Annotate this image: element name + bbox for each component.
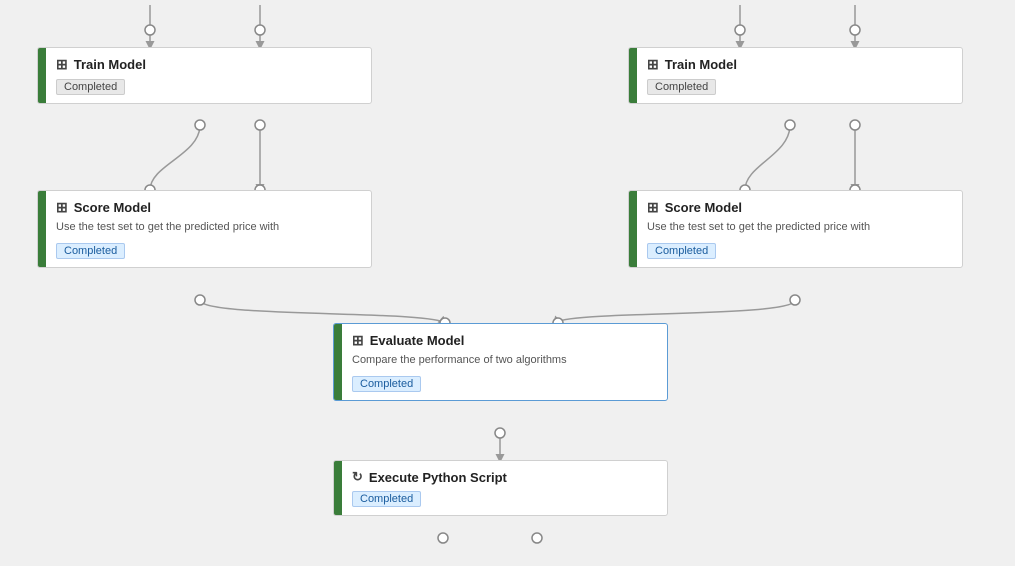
score-model-left-badge: Completed (56, 243, 125, 259)
node-title: ⊞ Score Model (56, 199, 361, 216)
node-title: ↻ Execute Python Script (352, 469, 657, 485)
node-content: ⊞ Train Model Completed (46, 48, 371, 103)
workflow-canvas: ⊞ Train Model Completed ⊞ Train Model Co… (0, 0, 1015, 566)
evaluate-model-desc: Compare the performance of two algorithm… (352, 353, 657, 368)
node-content: ↻ Execute Python Script Completed (342, 461, 667, 515)
score-model-right-desc: Use the test set to get the predicted pr… (647, 220, 952, 235)
score-model-left-icon: ⊞ (56, 199, 68, 216)
node-content: ⊞ Score Model Use the test set to get th… (637, 191, 962, 267)
score-model-left-label: Score Model (74, 200, 151, 215)
execute-python-icon: ↻ (352, 469, 363, 485)
evaluate-model-icon: ⊞ (352, 332, 364, 349)
node-accent (629, 191, 637, 267)
score-model-right-node[interactable]: ⊞ Score Model Use the test set to get th… (628, 190, 963, 268)
node-accent (38, 48, 46, 103)
evaluate-model-node[interactable]: ⊞ Evaluate Model Compare the performance… (333, 323, 668, 401)
node-title: ⊞ Score Model (647, 199, 952, 216)
train-model-icon: ⊞ (56, 56, 68, 73)
train-model-left-node[interactable]: ⊞ Train Model Completed (37, 47, 372, 104)
score-model-right-badge: Completed (647, 243, 716, 259)
train-model-left-badge: Completed (56, 79, 125, 95)
train-model-right-badge: Completed (647, 79, 716, 95)
node-title: ⊞ Train Model (647, 56, 952, 73)
score-model-left-desc: Use the test set to get the predicted pr… (56, 220, 361, 235)
train-model-right-node[interactable]: ⊞ Train Model Completed (628, 47, 963, 104)
node-accent (38, 191, 46, 267)
train-model-left-label: Train Model (74, 57, 146, 72)
node-accent (334, 461, 342, 515)
score-model-left-node[interactable]: ⊞ Score Model Use the test set to get th… (37, 190, 372, 268)
evaluate-model-label: Evaluate Model (370, 333, 465, 348)
score-model-right-icon: ⊞ (647, 199, 659, 216)
node-accent (629, 48, 637, 103)
train-model-right-label: Train Model (665, 57, 737, 72)
node-content: ⊞ Score Model Use the test set to get th… (46, 191, 371, 267)
node-accent (334, 324, 342, 400)
execute-python-badge: Completed (352, 491, 421, 507)
evaluate-model-badge: Completed (352, 376, 421, 392)
score-model-right-label: Score Model (665, 200, 742, 215)
node-title: ⊞ Train Model (56, 56, 361, 73)
train-model-right-icon: ⊞ (647, 56, 659, 73)
node-title: ⊞ Evaluate Model (352, 332, 657, 349)
node-content: ⊞ Evaluate Model Compare the performance… (342, 324, 667, 400)
execute-python-label: Execute Python Script (369, 470, 507, 485)
node-content: ⊞ Train Model Completed (637, 48, 962, 103)
execute-python-node[interactable]: ↻ Execute Python Script Completed (333, 460, 668, 516)
